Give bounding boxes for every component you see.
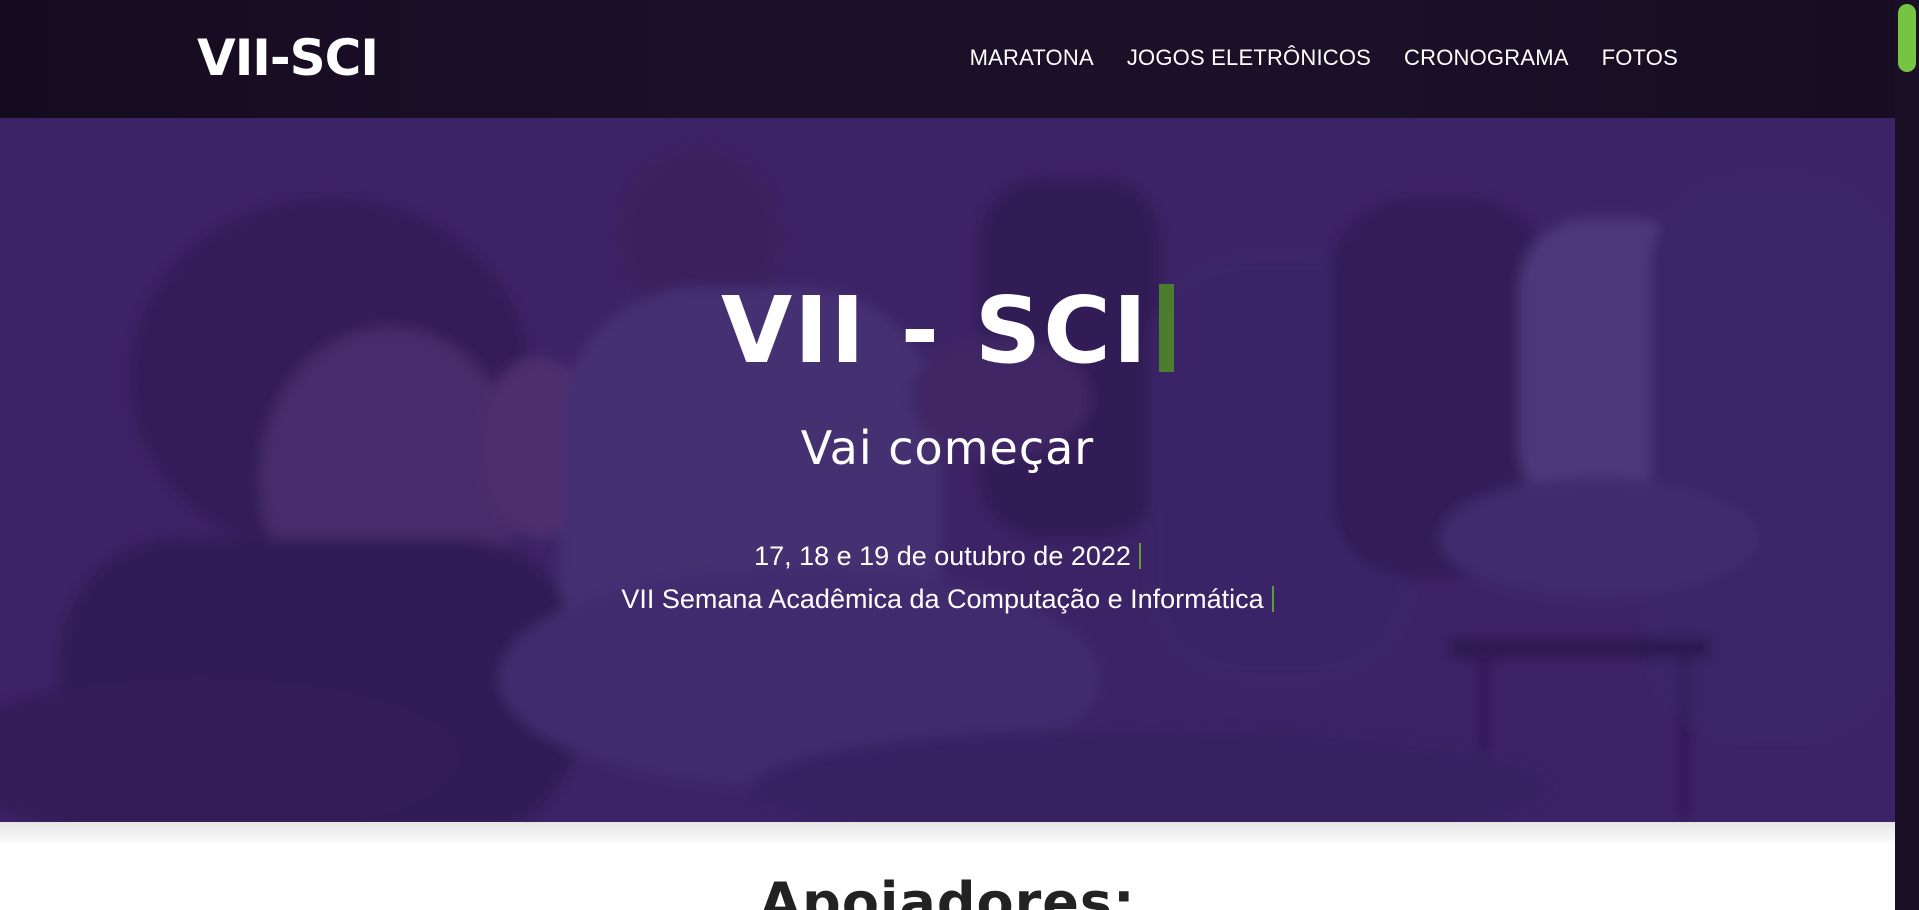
supporters-heading: Apoiadores: (759, 871, 1136, 910)
top-navbar: VII-SCI MARATONA JOGOS ELETRÔNICOS CRONO… (0, 0, 1895, 118)
hero-title: VII - SCI (721, 277, 1149, 384)
text-cursor-icon (1138, 543, 1141, 569)
hero-content: VII - SCI Vai começar 17, 18 e 19 de out… (0, 118, 1895, 822)
nav-menu: MARATONA JOGOS ELETRÔNICOS CRONOGRAMA FO… (970, 44, 1678, 72)
typing-cursor-icon (1158, 284, 1174, 372)
hero-section: VII - SCI Vai começar 17, 18 e 19 de out… (0, 118, 1895, 822)
brand-logo-link[interactable]: VII-SCI (197, 28, 379, 88)
hero-event-line: VII Semana Acadêmica da Computação e Inf… (0, 581, 1895, 617)
event-name: VII Semana Acadêmica da Computação e Inf… (621, 584, 1264, 614)
text-cursor-icon (1271, 586, 1274, 612)
nav-link-jogos-eletronicos[interactable]: JOGOS ELETRÔNICOS (1127, 44, 1371, 72)
nav-link-fotos[interactable]: FOTOS (1602, 44, 1678, 72)
event-dates: 17, 18 e 19 de outubro de 2022 (754, 541, 1131, 571)
nav-link-maratona[interactable]: MARATONA (970, 44, 1094, 72)
hero-date-line: 17, 18 e 19 de outubro de 2022 (0, 538, 1895, 574)
nav-link-cronograma[interactable]: CRONOGRAMA (1404, 44, 1569, 72)
hero-title-wrap: VII - SCI (0, 276, 1895, 386)
hero-subtitle: Vai começar (800, 421, 1095, 475)
hero-bottom-shadow (0, 822, 1895, 846)
page: VII - SCI Vai começar 17, 18 e 19 de out… (0, 0, 1895, 910)
page-scrollbar[interactable] (1895, 0, 1919, 910)
scrollbar-thumb[interactable] (1898, 4, 1916, 72)
